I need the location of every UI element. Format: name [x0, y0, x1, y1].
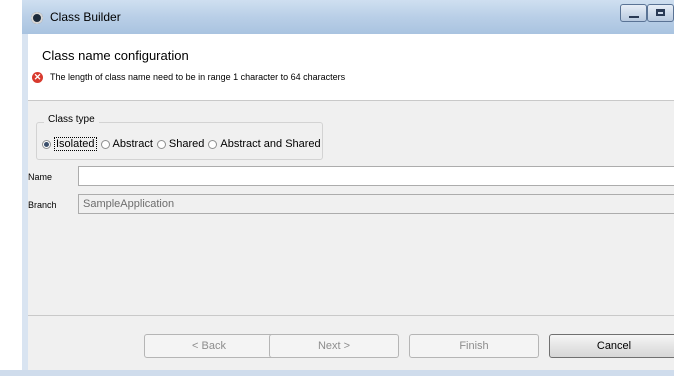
- wizard-header: Class name configuration ✕ The length of…: [28, 34, 674, 101]
- page-title: Class name configuration: [42, 48, 189, 63]
- maximize-icon: [656, 9, 665, 16]
- footer-separator: [28, 315, 674, 316]
- window-controls: [620, 4, 674, 22]
- error-icon: ✕: [32, 72, 43, 83]
- app-icon: [31, 12, 43, 24]
- radio-isolated[interactable]: Isolated: [42, 137, 97, 151]
- class-type-options: Isolated Abstract Shared Abstract and Sh…: [42, 136, 325, 152]
- radio-button-checked[interactable]: [42, 139, 51, 149]
- name-input[interactable]: [78, 166, 674, 186]
- finish-button[interactable]: Finish: [409, 334, 539, 358]
- maximize-button[interactable]: [647, 4, 674, 22]
- class-type-legend: Class type: [44, 114, 99, 125]
- radio-label-abstract-and-shared: Abstract and Shared: [220, 138, 321, 150]
- error-message: The length of class name need to be in r…: [50, 72, 346, 82]
- radio-label-abstract: Abstract: [112, 138, 153, 150]
- next-button[interactable]: Next >: [269, 334, 399, 358]
- window-bottom-edge: [0, 370, 674, 376]
- radio-abstract-and-shared[interactable]: Abstract and Shared: [208, 138, 321, 150]
- cancel-button[interactable]: Cancel: [549, 334, 674, 358]
- minimize-button[interactable]: [620, 4, 647, 22]
- title-bar[interactable]: Class Builder: [22, 0, 674, 34]
- radio-label-shared: Shared: [168, 138, 205, 150]
- radio-button[interactable]: [100, 139, 110, 149]
- branch-field: SampleApplication: [78, 194, 674, 214]
- branch-label: Branch: [28, 200, 57, 210]
- name-label: Name: [28, 172, 53, 182]
- radio-button[interactable]: [156, 139, 166, 149]
- radio-shared[interactable]: Shared: [156, 138, 205, 150]
- radio-label-isolated: Isolated: [54, 137, 97, 151]
- radio-button[interactable]: [208, 139, 218, 149]
- back-button[interactable]: < Back: [144, 334, 274, 358]
- window-frame: Class Builder Class name configuration ✕…: [22, 0, 674, 376]
- window-title: Class Builder: [50, 10, 121, 24]
- dialog-body: Class name configuration ✕ The length of…: [28, 34, 674, 376]
- minimize-icon: [629, 16, 639, 18]
- radio-abstract[interactable]: Abstract: [100, 138, 153, 150]
